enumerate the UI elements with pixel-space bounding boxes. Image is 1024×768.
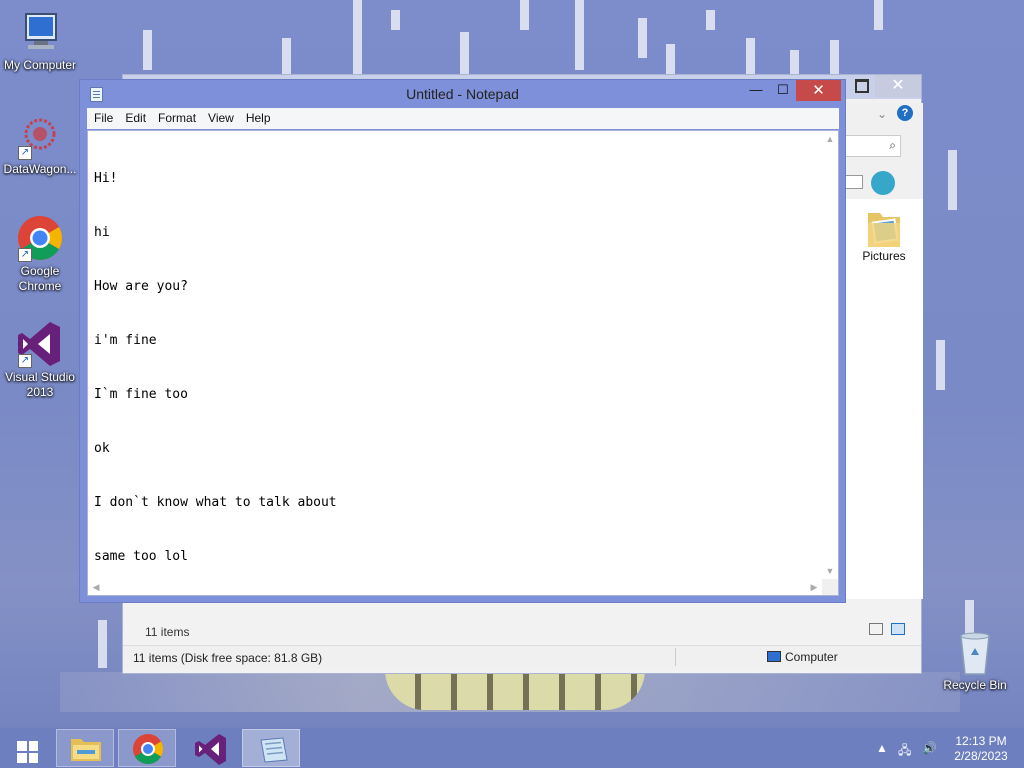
taskbar-visual-studio[interactable]	[180, 729, 238, 767]
status-location: Computer	[767, 650, 838, 664]
vertical-scrollbar[interactable]: ▲ ▼	[822, 131, 838, 579]
text-line: Hi!	[94, 171, 118, 186]
system-tray: ▲ 🖧 🔊 12:13 PM 2/28/2023	[872, 728, 1024, 768]
notepad-window[interactable]: Untitled - Notepad — ☐ ✕ File Edit Format V…	[79, 79, 846, 603]
folder-icon	[71, 739, 101, 761]
menu-view[interactable]: View	[202, 108, 240, 125]
desktop-icon-label: Google Chrome	[18, 264, 62, 293]
desktop-icon-label: Recycle Bin	[943, 678, 1007, 692]
search-icon: ⌕	[889, 138, 896, 152]
shortcut-arrow-icon: ↗	[18, 354, 32, 368]
taskbar-file-explorer[interactable]	[56, 729, 114, 767]
explorer-close-button[interactable]: ✕	[875, 75, 921, 97]
minimize-button[interactable]: —	[743, 80, 769, 102]
scroll-left-icon[interactable]: ◀	[88, 579, 104, 595]
document-text[interactable]: Hi! hi How are you? i'm fine I`m fine to…	[94, 134, 819, 574]
horizontal-scrollbar[interactable]: ◀ ▶	[88, 579, 822, 595]
recycle-bin-icon	[951, 630, 999, 676]
text-line: I`m fine too	[94, 387, 188, 402]
start-button[interactable]	[10, 736, 38, 763]
desktop-icon-google-chrome[interactable]: ↗ Google Chrome	[0, 214, 80, 294]
chevron-down-icon[interactable]: ⌄	[877, 107, 887, 121]
network-icon[interactable]	[871, 171, 895, 195]
menu-help[interactable]: Help	[240, 108, 277, 125]
desktop-icon-my-computer[interactable]: My Computer	[0, 8, 80, 73]
show-hidden-icons-icon[interactable]: ▲	[876, 741, 888, 755]
scroll-down-icon[interactable]: ▼	[822, 563, 838, 579]
chrome-icon	[133, 734, 164, 765]
notepad-app-icon[interactable]	[90, 87, 103, 102]
explorer-content: Pictures	[845, 199, 923, 599]
desktop-icon-datawagon[interactable]: ↗ DataWagon...	[0, 112, 80, 177]
items-count-text: 11 items	[145, 625, 190, 639]
taskbar-notepad[interactable]	[242, 729, 300, 767]
menu-file[interactable]: File	[87, 108, 119, 125]
scroll-right-icon[interactable]: ▶	[806, 579, 822, 595]
desktop-icon-recycle-bin[interactable]: Recycle Bin	[935, 630, 1015, 693]
location-text: Computer	[785, 650, 838, 664]
menu-edit[interactable]: Edit	[119, 108, 152, 125]
visual-studio-icon	[195, 734, 226, 765]
text-line: How are you?	[94, 279, 188, 294]
menu-format[interactable]: Format	[152, 108, 202, 125]
explorer-status-bar: 11 items (Disk free space: 81.8 GB) Comp…	[123, 645, 921, 669]
shortcut-arrow-icon: ↗	[18, 146, 32, 160]
datawagon-icon: ↗	[16, 112, 64, 160]
scroll-up-icon[interactable]: ▲	[822, 131, 838, 147]
explorer-ribbon: ⌄ ? ⌕	[845, 103, 923, 213]
text-line: ok	[94, 441, 110, 456]
taskbar-google-chrome[interactable]	[118, 729, 176, 767]
window-title: Untitled - Notepad	[406, 86, 519, 102]
notepad-icon	[260, 737, 288, 763]
shortcut-arrow-icon: ↗	[18, 248, 32, 262]
help-icon[interactable]: ?	[897, 105, 913, 121]
volume-icon[interactable]: 🔊	[922, 741, 937, 755]
clock-date: 2/28/2023	[954, 749, 1008, 763]
large-icons-view-icon[interactable]	[891, 623, 905, 635]
close-button[interactable]: ✕	[796, 80, 841, 101]
maximize-button[interactable]: ☐	[770, 80, 796, 102]
resize-grip[interactable]	[822, 579, 838, 595]
network-icon[interactable]: 🖧	[898, 741, 911, 762]
desktop-icon-visual-studio[interactable]: ↗ Visual Studio 2013	[0, 320, 80, 400]
text-line: hi	[94, 225, 110, 240]
status-text: 11 items (Disk free space: 81.8 GB)	[133, 651, 323, 665]
details-view-icon[interactable]	[869, 623, 883, 635]
folder-item-pictures[interactable]: Pictures	[849, 207, 919, 263]
search-input[interactable]: ⌕	[845, 135, 901, 157]
taskbar: ▲ 🖧 🔊 12:13 PM 2/28/2023	[0, 728, 1024, 768]
text-line: same too lol	[94, 549, 188, 564]
preview-pane-icon[interactable]	[845, 175, 863, 189]
clock[interactable]: 12:13 PM 2/28/2023	[950, 734, 1012, 764]
computer-icon	[767, 651, 781, 662]
desktop-icon-label: DataWagon...	[3, 162, 77, 176]
desktop-icon-label: My Computer	[3, 58, 77, 72]
text-line: i'm fine	[94, 333, 157, 348]
chrome-icon: ↗	[16, 214, 64, 262]
clock-time: 12:13 PM	[955, 734, 1007, 748]
explorer-item-count: 11 items	[131, 621, 915, 643]
folder-icon	[864, 207, 904, 249]
text-editor-area[interactable]: Hi! hi How are you? i'm fine I`m fine to…	[87, 130, 839, 596]
desktop-icon-label: Visual Studio 2013	[5, 370, 75, 399]
text-line: I don`t know what to talk about	[94, 495, 337, 510]
folder-label: Pictures	[862, 249, 906, 263]
explorer-maximize-button[interactable]	[855, 79, 869, 93]
visual-studio-icon: ↗	[16, 320, 64, 368]
notepad-titlebar[interactable]: Untitled - Notepad	[80, 80, 845, 108]
computer-icon	[16, 8, 64, 56]
menu-bar: File Edit Format View Help	[87, 108, 839, 129]
